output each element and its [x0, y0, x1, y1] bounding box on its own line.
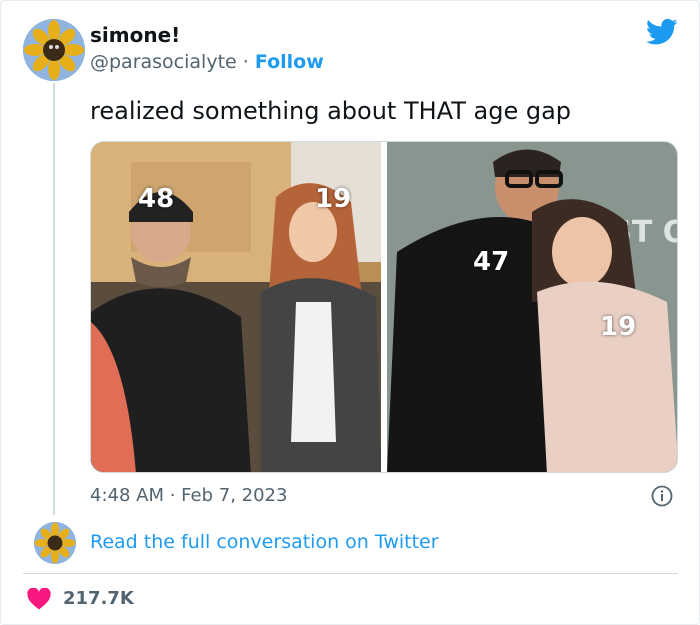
reply-avatar[interactable]: [34, 522, 76, 564]
tweet-media[interactable]: 48 19 AST OF US 47 19: [90, 141, 678, 473]
follow-button[interactable]: Follow: [255, 51, 324, 73]
age-label-right-girl: 19: [600, 312, 637, 342]
read-full-conversation-link[interactable]: Read the full conversation on Twitter: [90, 531, 439, 553]
tweet-card: simone! @parasocialyte · Follow realized…: [0, 0, 700, 625]
author-avatar[interactable]: [23, 19, 85, 81]
author-handle-row: @parasocialyte · Follow: [90, 51, 324, 73]
age-label-left-woman: 19: [315, 184, 352, 214]
heart-icon[interactable]: [27, 587, 51, 610]
thread-line: [53, 83, 55, 515]
age-label-right-man: 47: [473, 247, 510, 277]
photo-right[interactable]: AST OF US 47 19: [387, 142, 677, 472]
author-handle[interactable]: @parasocialyte: [90, 51, 237, 73]
photo-left[interactable]: 48 19: [91, 142, 381, 472]
age-label-left-man: 48: [138, 184, 175, 214]
divider: [23, 573, 678, 574]
twitter-bird-icon[interactable]: [646, 18, 678, 46]
author-name[interactable]: simone!: [90, 23, 180, 47]
info-icon[interactable]: [651, 485, 673, 507]
like-count[interactable]: 217.7K: [63, 588, 134, 609]
separator-dot: ·: [242, 51, 255, 73]
tweet-timestamp[interactable]: 4:48 AM · Feb 7, 2023: [90, 485, 287, 506]
tweet-text: realized something about THAT age gap: [90, 97, 572, 125]
